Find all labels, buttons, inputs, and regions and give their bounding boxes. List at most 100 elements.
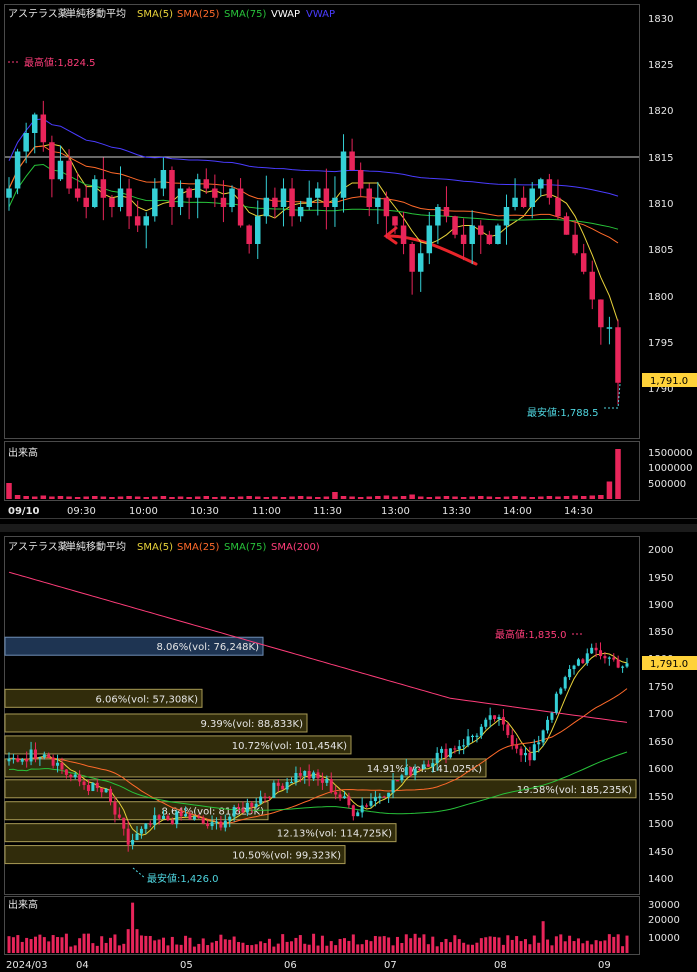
intraday-candle <box>297 207 304 217</box>
intraday-volume-bar <box>186 497 192 499</box>
intraday-volume-bar <box>435 496 441 499</box>
daily-candle <box>184 814 188 817</box>
daily-y-tick: 1600 <box>648 764 673 775</box>
intraday-candle <box>272 197 278 207</box>
daily-candle <box>448 748 452 758</box>
intraday-x-tick: 13:30 <box>442 506 471 517</box>
daily-candle <box>568 669 572 678</box>
daily-candle <box>607 657 611 659</box>
intraday-candle <box>194 179 201 198</box>
daily-candle <box>214 821 218 823</box>
intraday-volume-bar <box>126 496 132 499</box>
daily-candle <box>241 808 245 813</box>
intraday-candle <box>495 225 501 244</box>
daily-candle <box>78 774 82 782</box>
intraday-y-tick: 1820 <box>648 106 673 117</box>
daily-candle <box>440 748 444 753</box>
volume-profile-label: 19.58%(vol: 185,235K) <box>517 785 632 796</box>
intraday-vol-tick: 1000000 <box>648 463 693 474</box>
daily-volume-bar <box>488 936 492 953</box>
daily-candle <box>466 736 470 746</box>
daily-candle <box>329 778 333 793</box>
intraday-volume-bar <box>323 496 330 499</box>
daily-candle <box>104 788 108 793</box>
daily-volume-bar <box>276 943 280 953</box>
daily-candle <box>515 744 519 749</box>
daily-volume-bar <box>395 936 399 953</box>
daily-candle <box>263 796 267 798</box>
daily-volume-bar <box>166 945 170 953</box>
intraday-volume-bar <box>100 496 107 499</box>
intraday-legend: アステラス薬 単純移動平均 SMA(5) SMA(25) SMA(75) VWA… <box>8 7 335 20</box>
volume-profile-label: 10.72%(vol: 101,454K) <box>232 741 347 752</box>
daily-volume-bar <box>135 929 139 953</box>
intraday-candle <box>520 197 527 207</box>
intraday-candle <box>160 170 167 189</box>
daily-y-tick: 1700 <box>648 709 673 720</box>
daily-candle <box>100 788 104 793</box>
daily-candle <box>360 805 364 813</box>
daily-y-tick: 1750 <box>648 682 673 693</box>
intraday-x-tick: 09:30 <box>67 506 96 517</box>
daily-volume-bar <box>528 944 532 953</box>
daily-candle <box>391 780 395 793</box>
daily-volume-bar <box>409 938 413 953</box>
daily-candle <box>537 742 541 745</box>
daily-volume-bar <box>484 937 488 953</box>
intraday-candle <box>529 188 535 207</box>
daily-y-tick: 1650 <box>648 737 673 748</box>
intraday-candle <box>152 188 158 217</box>
intraday-volume-bar <box>340 496 347 499</box>
daily-volume-bar <box>117 945 121 953</box>
daily-candle <box>612 657 616 660</box>
daily-candle <box>462 745 466 747</box>
intraday-volume-bar <box>563 496 570 499</box>
intraday-volume-bar <box>152 496 158 499</box>
daily-candle <box>435 752 439 764</box>
intraday-candle <box>246 225 252 244</box>
daily-volume-bar <box>347 940 351 953</box>
daily-volume-bar <box>250 945 254 953</box>
daily-volume-bar <box>47 941 51 953</box>
daily-candle <box>356 812 360 817</box>
daily-candle <box>312 772 316 779</box>
intraday-volume-bar <box>383 495 390 499</box>
daily-volume-bar <box>572 941 576 953</box>
daily-candle <box>426 764 430 767</box>
intraday-x-tick: 11:30 <box>313 506 342 517</box>
daily-y-tick: 2000 <box>648 545 673 556</box>
intraday-volume-bar <box>6 483 12 499</box>
intraday-candle <box>580 253 587 272</box>
daily-y-axis: 2000 1950 1900 1850 1800 1750 1700 1650 … <box>648 545 680 944</box>
intraday-volume-bar <box>580 496 587 499</box>
daily-candle <box>501 717 505 725</box>
daily-volume-bar <box>585 940 589 953</box>
daily-candle <box>497 717 501 720</box>
daily-volume-bar <box>100 936 104 953</box>
intraday-y-tick: 1815 <box>648 153 673 164</box>
daily-volume-bar <box>603 940 607 953</box>
daily-candle <box>523 752 527 756</box>
daily-low-label: 最安値:1,426.0 <box>147 872 219 885</box>
intraday-legend-sma25: SMA(25) <box>177 9 219 20</box>
intraday-volume-bar <box>23 496 29 499</box>
daily-y-tick: 1500 <box>648 819 673 830</box>
daily-volume-bar <box>612 936 616 953</box>
daily-volume-bar <box>404 934 408 953</box>
intraday-candle <box>186 188 192 198</box>
intraday-candle <box>6 188 12 198</box>
intraday-candle <box>392 216 398 226</box>
daily-volume-bar <box>400 942 404 953</box>
daily-volume-bar <box>16 935 20 953</box>
daily-candle <box>16 758 20 762</box>
intraday-candle <box>57 160 64 180</box>
daily-volume-bar <box>479 938 483 953</box>
daily-candle <box>153 815 157 825</box>
intraday-candle <box>49 142 55 180</box>
daily-volume-bar <box>192 946 196 953</box>
daily-volume-bar <box>365 939 369 953</box>
volume-profile-label: 9.39%(vol: 88,833K) <box>201 719 304 730</box>
intraday-volume-bar <box>263 497 270 499</box>
intraday-volume-bar <box>426 497 433 499</box>
daily-candle <box>528 752 532 761</box>
